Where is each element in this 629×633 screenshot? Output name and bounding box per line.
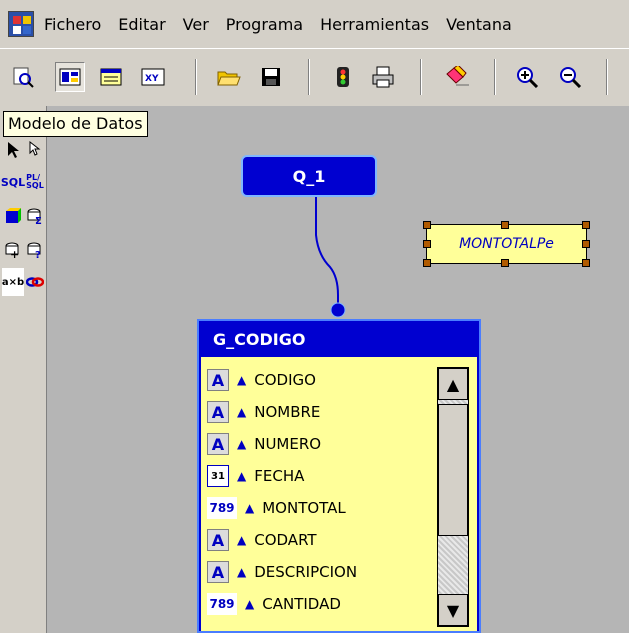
cube-icon[interactable] xyxy=(2,202,24,230)
formula-column-icon[interactable]: + xyxy=(2,236,24,264)
resize-handle[interactable] xyxy=(501,221,509,229)
svg-text:XY: XY xyxy=(145,74,159,84)
menu-fichero[interactable]: Fichero xyxy=(44,15,101,34)
column-name: NUMERO xyxy=(254,435,322,453)
char-type-icon: A xyxy=(207,529,229,551)
param-form-icon[interactable]: XY xyxy=(138,62,168,92)
column-name: DESCRIPCION xyxy=(254,563,358,581)
svg-text:Σ: Σ xyxy=(35,216,42,225)
resize-handle[interactable] xyxy=(582,221,590,229)
menu-bar: Fichero Editar Ver Programa Herramientas… xyxy=(0,0,629,48)
svg-text:+: + xyxy=(10,248,19,259)
vertical-scrollbar[interactable]: ▲ ▼ xyxy=(437,367,469,627)
resize-handle[interactable] xyxy=(423,240,431,248)
list-item[interactable]: A ▲ CODART xyxy=(207,525,317,555)
scroll-up-icon[interactable]: ▲ xyxy=(438,368,468,400)
column-name: CODIGO xyxy=(254,371,316,389)
tooltip: Modelo de Datos xyxy=(3,111,148,137)
object-navigator-icon[interactable] xyxy=(8,62,38,92)
query-group-link xyxy=(315,197,346,318)
list-item[interactable]: A ▲ DESCRIPCION xyxy=(207,557,357,587)
group-title: G_CODIGO xyxy=(213,329,306,349)
summary-column-icon[interactable]: Σ xyxy=(24,202,46,230)
resize-handle[interactable] xyxy=(501,259,509,267)
resize-handle[interactable] xyxy=(423,221,431,229)
char-type-icon: A xyxy=(207,401,229,423)
zoom-in-icon[interactable] xyxy=(512,62,542,92)
zoom-out-icon[interactable] xyxy=(555,62,585,92)
number-type-icon: 789 xyxy=(207,593,237,615)
menu-ver[interactable]: Ver xyxy=(183,15,209,34)
scroll-thumb[interactable] xyxy=(438,404,468,536)
group-object[interactable]: G_CODIGO A ▲ CODIGO A ▲ NOMBRE A ▲ NUMER… xyxy=(197,319,481,633)
data-link-icon[interactable] xyxy=(24,268,46,296)
list-item[interactable]: A ▲ NUMERO xyxy=(207,429,321,459)
toolbar-separator xyxy=(308,59,310,95)
plsql-query-tool[interactable]: PL/ SQL xyxy=(24,168,46,196)
list-item[interactable]: A ▲ CODIGO xyxy=(207,365,316,395)
cross-product-tool[interactable]: a×b xyxy=(2,268,24,296)
select-arrow-icon[interactable] xyxy=(2,136,24,164)
list-item[interactable]: 31 ▲ FECHA xyxy=(207,461,304,491)
toolbar: XY xyxy=(0,48,629,106)
app-icon[interactable] xyxy=(8,11,34,37)
toolbar-separator xyxy=(606,59,608,95)
save-disk-icon[interactable] xyxy=(256,62,286,92)
char-type-icon: A xyxy=(207,433,229,455)
char-type-icon: A xyxy=(207,369,229,391)
column-name: CODART xyxy=(254,531,317,549)
list-item[interactable]: A ▲ NOMBRE xyxy=(207,397,320,427)
menu-ventana[interactable]: Ventana xyxy=(446,15,512,34)
toolbar-separator xyxy=(195,59,197,95)
svg-text:?: ? xyxy=(35,250,41,259)
column-name: CANTIDAD xyxy=(262,595,341,613)
eraser-icon[interactable] xyxy=(442,62,472,92)
magic-wand-icon[interactable] xyxy=(24,136,46,164)
break-arrow-icon: ▲ xyxy=(237,405,247,419)
break-arrow-icon: ▲ xyxy=(237,469,247,483)
column-name: NOMBRE xyxy=(254,403,321,421)
menu-editar[interactable]: Editar xyxy=(118,15,165,34)
query-object[interactable]: Q_1 xyxy=(241,155,377,197)
toolbar-separator xyxy=(494,59,496,95)
break-arrow-icon: ▲ xyxy=(237,533,247,547)
print-icon[interactable] xyxy=(368,62,398,92)
break-arrow-icon: ▲ xyxy=(237,373,247,387)
char-type-icon: A xyxy=(207,561,229,583)
menu-herramientas[interactable]: Herramientas xyxy=(320,15,429,34)
data-model-icon[interactable] xyxy=(55,62,85,92)
sql-query-tool[interactable]: SQL xyxy=(1,168,25,196)
column-name: FECHA xyxy=(254,467,305,485)
run-report-icon[interactable] xyxy=(328,62,358,92)
tool-palette: SQL PL/ SQL Σ + ? a×b xyxy=(0,106,47,633)
date-type-icon: 31 xyxy=(207,465,229,487)
placeholder-column-icon[interactable]: ? xyxy=(24,236,46,264)
break-arrow-icon: ▲ xyxy=(237,565,247,579)
list-item[interactable]: 789 ▲ MONTOTAL xyxy=(207,493,346,523)
number-type-icon: 789 xyxy=(207,497,237,519)
resize-handle[interactable] xyxy=(582,259,590,267)
list-item[interactable]: 789 ▲ CANTIDAD xyxy=(207,589,341,619)
resize-handle[interactable] xyxy=(423,259,431,267)
break-arrow-icon: ▲ xyxy=(237,437,247,451)
formula-field[interactable]: MONTOTALPe xyxy=(426,224,587,264)
resize-handle[interactable] xyxy=(582,240,590,248)
scroll-down-icon[interactable]: ▼ xyxy=(438,594,468,626)
break-arrow-icon: ▲ xyxy=(245,501,255,515)
menu-programa[interactable]: Programa xyxy=(226,15,303,34)
group-column-list: A ▲ CODIGO A ▲ NOMBRE A ▲ NUMERO 31 ▲ FE… xyxy=(201,357,477,631)
open-folder-icon[interactable] xyxy=(214,62,244,92)
break-arrow-icon: ▲ xyxy=(245,597,255,611)
column-name: MONTOTAL xyxy=(262,499,346,517)
layout-model-icon[interactable] xyxy=(96,62,126,92)
toolbar-separator xyxy=(420,59,422,95)
